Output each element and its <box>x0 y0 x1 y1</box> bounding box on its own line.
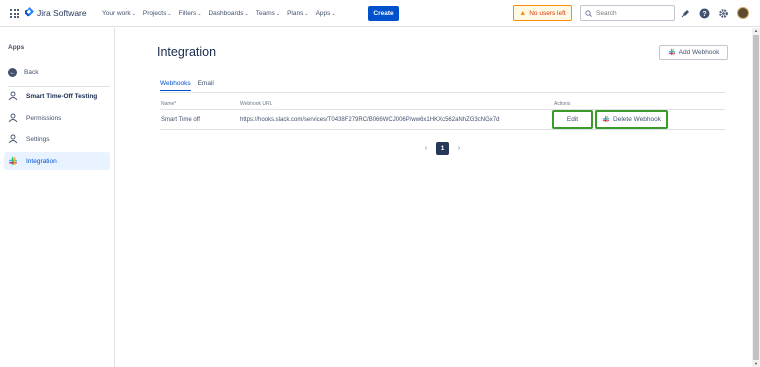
column-header-actions: Actions <box>554 101 571 107</box>
column-header-url: Webhook URL <box>240 101 273 107</box>
column-header-label: Name <box>161 101 175 107</box>
app-logo-icon <box>8 91 18 101</box>
page-title: Integration <box>157 45 217 59</box>
sidebar-item-smart-time-off[interactable]: Smart Time-Off Testing <box>4 87 110 105</box>
nav-label: Filters <box>178 10 197 17</box>
nav-filters[interactable]: Filters⌄ <box>179 10 202 17</box>
webhook-url: https://hooks.slack.com/services/T0438F2… <box>240 117 500 123</box>
add-webhook-label: Add Webhook <box>678 49 720 56</box>
sidebar: Apps ← Back Smart Time-Off Testing Permi… <box>0 28 115 367</box>
next-page-icon[interactable]: › <box>455 145 463 152</box>
sidebar-item-label: Integration <box>26 157 57 165</box>
warning-label: No users left <box>529 9 566 17</box>
nav-apps[interactable]: Apps⌄ <box>316 10 336 17</box>
chevron-down-icon: ⌄ <box>331 11 336 17</box>
nav-label: Your work <box>102 10 131 17</box>
nav-label: Teams <box>255 10 275 17</box>
sidebar-item-label: Smart Time-Off Testing <box>26 92 98 100</box>
nav-projects[interactable]: Projects⌄ <box>143 10 172 17</box>
nav-label: Dashboards <box>208 10 244 17</box>
webhook-name: Smart Time off <box>161 117 200 123</box>
chevron-down-icon: ⌄ <box>131 11 136 17</box>
page-scrollbar[interactable]: ▲ ▼ <box>752 28 760 367</box>
back-button[interactable]: ← Back <box>8 68 38 77</box>
sidebar-item-integration[interactable]: Integration <box>4 152 110 170</box>
edit-button[interactable]: Edit <box>552 110 593 129</box>
primary-nav: Your work⌄ Projects⌄ Filters⌄ Dashboards… <box>102 0 343 27</box>
nav-plans[interactable]: Plans⌄ <box>287 10 308 17</box>
no-users-left-button[interactable]: ▲ No users left <box>513 5 572 21</box>
help-icon[interactable]: ? <box>698 7 710 19</box>
user-avatar[interactable] <box>737 7 749 19</box>
nav-teams[interactable]: Teams⌄ <box>256 10 280 17</box>
prev-page-icon[interactable]: ‹ <box>422 145 430 152</box>
permissions-icon <box>8 113 18 123</box>
nav-label: Projects <box>142 10 167 17</box>
nav-your-work[interactable]: Your work⌄ <box>102 10 136 17</box>
chevron-down-icon: ⌄ <box>304 11 309 17</box>
app-switcher-icon[interactable] <box>10 9 19 18</box>
chevron-down-icon: ⌄ <box>244 11 249 17</box>
sidebar-item-permissions[interactable]: Permissions <box>4 109 110 127</box>
svg-text:?: ? <box>702 11 706 18</box>
back-label: Back <box>24 69 39 76</box>
chevron-down-icon: ⌄ <box>275 11 281 17</box>
slack-icon <box>668 48 676 58</box>
chevron-down-icon: ⌄ <box>167 11 172 17</box>
back-arrow-icon: ← <box>8 68 17 77</box>
sidebar-item-label: Permissions <box>26 114 62 122</box>
scroll-thumb[interactable] <box>753 35 759 360</box>
jira-logo[interactable]: Jira Software <box>25 7 87 18</box>
tab-bar: Webhooks Email <box>160 80 214 91</box>
add-webhook-button[interactable]: Add Webhook <box>659 45 728 60</box>
required-mark: * <box>174 101 177 107</box>
notifications-icon[interactable] <box>680 7 692 19</box>
chevron-down-icon: ⌄ <box>197 11 202 17</box>
slack-icon <box>8 156 18 166</box>
scroll-up-icon[interactable]: ▲ <box>753 28 759 34</box>
tab-webhooks[interactable]: Webhooks <box>160 80 191 91</box>
sidebar-item-label: Settings <box>26 135 50 143</box>
search-box[interactable] <box>580 5 676 21</box>
sidebar-item-settings[interactable]: Settings <box>4 130 110 148</box>
jira-logo-icon <box>25 7 34 18</box>
search-input[interactable] <box>596 9 676 17</box>
tabs-divider <box>160 92 725 93</box>
tab-email[interactable]: Email <box>198 80 214 91</box>
settings-icon[interactable] <box>717 7 729 19</box>
row-divider <box>160 129 725 130</box>
nav-label: Apps <box>315 10 331 17</box>
sidebar-title: Apps <box>8 44 25 51</box>
delete-webhook-button[interactable]: Delete Webhook <box>595 110 668 129</box>
create-button[interactable]: Create <box>368 6 399 21</box>
search-icon <box>585 9 592 17</box>
nav-dashboards[interactable]: Dashboards⌄ <box>208 10 248 17</box>
nav-label: Plans <box>287 10 304 17</box>
page-1-button[interactable]: 1 <box>436 142 449 155</box>
app-name: Jira Software <box>37 7 87 18</box>
settings-icon <box>8 134 18 144</box>
column-header-name: Name* <box>161 101 176 107</box>
delete-webhook-label: Delete Webhook <box>613 116 661 123</box>
top-navigation: Jira Software Your work⌄ Projects⌄ Filte… <box>0 0 760 27</box>
warning-icon: ▲ <box>519 9 527 17</box>
slack-icon <box>602 115 610 125</box>
pagination: ‹ 1 › <box>422 142 463 155</box>
scroll-down-icon[interactable]: ▼ <box>753 361 759 367</box>
